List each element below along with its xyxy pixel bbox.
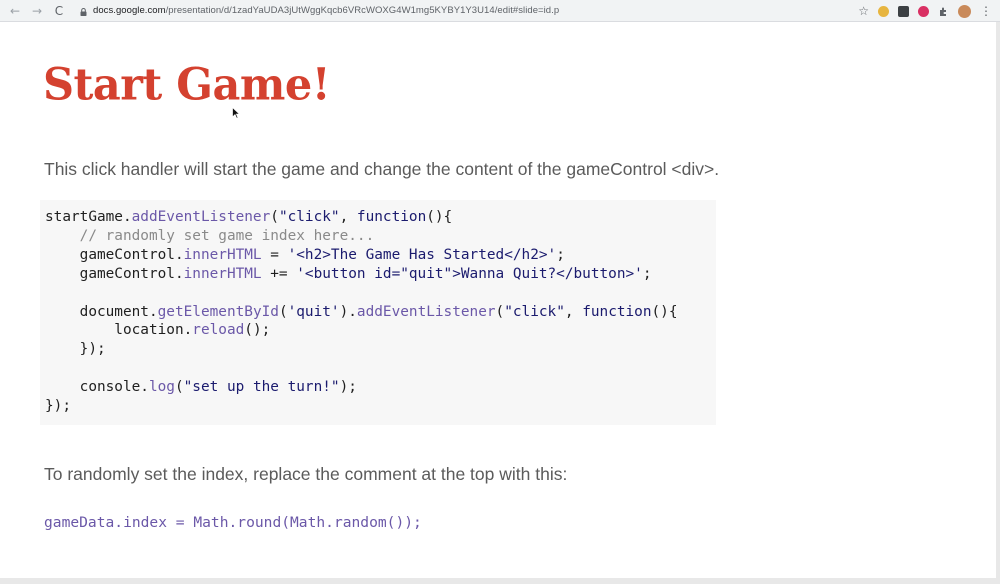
code-token: gameControl. — [45, 246, 184, 263]
code-line: // randomly set game index here... — [45, 227, 375, 244]
code-token: ( — [174, 379, 184, 396]
lock-icon[interactable] — [80, 7, 87, 16]
code-token: ; — [556, 246, 565, 263]
code-token: (); — [244, 322, 271, 339]
forward-arrow-icon[interactable]: → — [28, 2, 46, 20]
back-arrow-icon[interactable]: ← — [6, 2, 24, 20]
code-snippet: gameData.index = Math.round(Math.random(… — [44, 514, 422, 531]
extension-yellow-icon[interactable] — [878, 5, 889, 17]
code-token: '<h2>The Game Has Started</h2>' — [287, 246, 557, 263]
code-token: // randomly set game index here... — [79, 227, 375, 244]
code-token: reload — [192, 322, 245, 339]
browser-menu-icon[interactable]: ⋮ — [980, 5, 992, 17]
code-token: }); — [45, 398, 71, 415]
extension-dark-icon[interactable] — [898, 5, 909, 17]
code-token: (){ — [651, 303, 678, 320]
code-line: startGame.addEventListener("click", func… — [45, 209, 452, 225]
reload-icon[interactable]: C — [50, 2, 68, 20]
code-token: "set up the turn!" — [183, 379, 340, 396]
url-path: /presentation/d/1zadYaUDA3jUtWggKqcb6VRc… — [165, 5, 560, 16]
url-host: docs.google.com — [93, 5, 166, 16]
code-token: += — [261, 265, 297, 282]
code-token: = — [261, 246, 288, 263]
outro-text: To randomly set the index, replace the c… — [44, 464, 568, 484]
code-token: ( — [278, 303, 288, 320]
code-token: ). — [339, 303, 357, 320]
code-line: }); — [45, 341, 106, 357]
code-token: gameControl. — [45, 265, 184, 282]
address-bar[interactable]: docs.google.com/presentation/d/1zadYaUDA… — [93, 5, 559, 16]
extension-pink-icon[interactable] — [918, 5, 929, 17]
code-line: gameControl.innerHTML += '<button id="qu… — [45, 266, 652, 282]
code-token: 'quit' — [287, 303, 340, 320]
slide-title: Start Game! — [43, 59, 331, 111]
code-block: startGame.addEventListener("click", func… — [45, 208, 678, 416]
code-token: addEventListener — [131, 209, 271, 225]
code-line: document.getElementById('quit').addEvent… — [45, 304, 678, 320]
code-token: ; — [642, 265, 652, 282]
code-token: log — [148, 379, 175, 396]
code-line: }); — [45, 398, 71, 414]
code-token: '<button id="quit">Wanna Quit?</button>' — [296, 265, 643, 282]
code-token: startGame. — [45, 209, 132, 225]
code-token: }); — [45, 341, 106, 358]
code-token: function — [582, 303, 652, 320]
code-token: function — [356, 209, 427, 225]
code-token: location. — [45, 322, 193, 339]
extensions-puzzle-icon[interactable] — [938, 6, 949, 17]
browser-toolbar: ← → C docs.google.com/presentation/d/1za… — [0, 0, 1000, 22]
code-token: "click" — [278, 209, 340, 225]
code-token: addEventListener — [356, 303, 496, 320]
code-token: ( — [495, 303, 505, 320]
bookmark-star-icon[interactable]: ☆ — [858, 4, 869, 18]
code-line: console.log("set up the turn!"); — [45, 379, 357, 395]
mouse-cursor-icon — [232, 107, 240, 119]
code-token: , — [339, 209, 357, 225]
code-token: innerHTML — [183, 246, 262, 263]
code-token: innerHTML — [183, 265, 262, 282]
profile-avatar[interactable] — [958, 4, 971, 18]
code-line: location.reload(); — [45, 322, 270, 338]
code-line: gameControl.innerHTML = '<h2>The Game Ha… — [45, 247, 565, 263]
code-token: ); — [339, 379, 357, 396]
code-token: getElementById — [157, 303, 279, 320]
code-token: "click" — [504, 303, 565, 320]
code-token: (){ — [426, 209, 453, 225]
intro-text: This click handler will start the game a… — [44, 159, 720, 179]
code-token: , — [564, 303, 583, 320]
code-token: ( — [270, 209, 279, 225]
toolbar-actions: ☆ ⋮ — [858, 0, 992, 22]
code-token: document. — [45, 303, 158, 320]
code-token: console. — [45, 379, 149, 396]
